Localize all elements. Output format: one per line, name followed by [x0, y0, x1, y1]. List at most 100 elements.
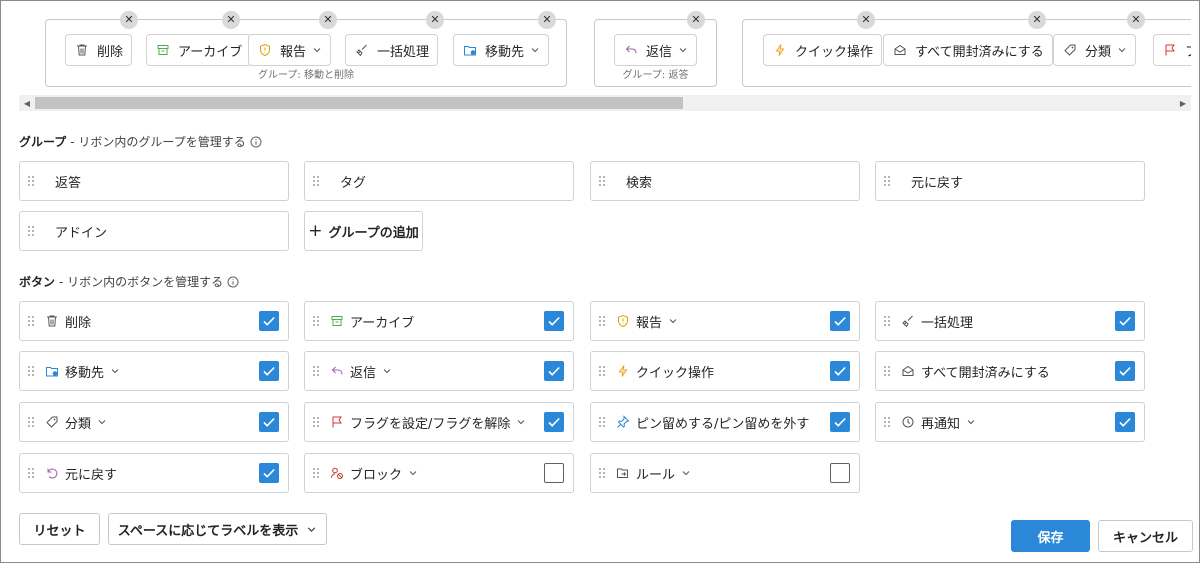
- ribbon-horizontal-scrollbar[interactable]: ◀ ▶: [19, 95, 1191, 111]
- button-card-label: 削除: [65, 315, 92, 331]
- remove-categorize-close-icon[interactable]: ✕: [1127, 11, 1145, 29]
- visibility-checkbox[interactable]: [1115, 361, 1135, 381]
- drag-handle-icon[interactable]: [27, 175, 35, 187]
- remove-quick-steps-close-icon[interactable]: ✕: [857, 11, 875, 29]
- button-card[interactable]: 返信: [304, 351, 574, 391]
- drag-handle-icon[interactable]: [27, 467, 35, 479]
- visibility-checkbox[interactable]: [259, 311, 279, 331]
- button-card[interactable]: 再通知: [875, 402, 1145, 442]
- scrollbar-thumb[interactable]: [35, 97, 683, 109]
- scroll-left-arrow-icon[interactable]: ◀: [19, 95, 35, 111]
- info-icon[interactable]: [227, 276, 239, 288]
- button-card[interactable]: ブロック: [304, 453, 574, 493]
- button-card[interactable]: クイック操作: [590, 351, 860, 391]
- remove-mark-all-read-close-icon[interactable]: ✕: [1028, 11, 1046, 29]
- pin-icon: [616, 415, 630, 429]
- ribbon-group-quick[interactable]: クイック操作 ✕ すべて開封済みにする ✕ 分類 ✕ フ: [742, 11, 1191, 87]
- button-card-label: ブロック: [350, 467, 403, 483]
- group-card-undo[interactable]: 元に戻す: [875, 161, 1145, 201]
- remove-move-to-close-icon[interactable]: ✕: [538, 11, 556, 29]
- group-card-addins[interactable]: アドイン: [19, 211, 289, 251]
- button-card[interactable]: 分類: [19, 402, 289, 442]
- button-card-label: 報告: [636, 315, 663, 331]
- visibility-checkbox[interactable]: [544, 463, 564, 483]
- scroll-right-arrow-icon[interactable]: ▶: [1175, 95, 1191, 111]
- ribbon-group-move-delete[interactable]: 削除 ✕ アーカイブ ✕ 報告 ✕ 一括処理 ✕ 移動先 ✕ グループ: 移動と…: [45, 11, 567, 87]
- group-card-respond[interactable]: 返答: [19, 161, 289, 201]
- visibility-checkbox[interactable]: [830, 412, 850, 432]
- save-button[interactable]: 保存: [1011, 520, 1090, 552]
- visibility-checkbox[interactable]: [1115, 412, 1135, 432]
- button-card[interactable]: フラグを設定/フラグを解除: [304, 402, 574, 442]
- remove-report-close-icon[interactable]: ✕: [319, 11, 337, 29]
- folder-move-icon: [45, 364, 59, 378]
- buttons-section-heading: ボタン - リボン内のボタンを管理する: [19, 273, 239, 290]
- button-card[interactable]: すべて開封済みにする: [875, 351, 1145, 391]
- drag-handle-icon[interactable]: [27, 365, 35, 377]
- visibility-checkbox[interactable]: [544, 361, 564, 381]
- visibility-checkbox[interactable]: [259, 463, 279, 483]
- ribbon-button-archive[interactable]: アーカイブ: [146, 34, 252, 66]
- drag-handle-icon[interactable]: [27, 416, 35, 428]
- button-card[interactable]: 元に戻す: [19, 453, 289, 493]
- remove-reply-close-icon[interactable]: ✕: [687, 11, 705, 29]
- button-card[interactable]: 削除: [19, 301, 289, 341]
- ribbon-button-reply[interactable]: 返信: [614, 34, 698, 66]
- ribbon-button-flag[interactable]: フ: [1153, 34, 1191, 66]
- ribbon-button-report[interactable]: 報告: [248, 34, 332, 66]
- button-card[interactable]: ピン留めする/ピン留めを外す: [590, 402, 860, 442]
- drag-handle-icon[interactable]: [312, 175, 320, 187]
- visibility-checkbox[interactable]: [830, 311, 850, 331]
- group-card-tags[interactable]: タグ: [304, 161, 574, 201]
- drag-handle-icon[interactable]: [27, 225, 35, 237]
- drag-handle-icon[interactable]: [883, 315, 891, 327]
- visibility-checkbox[interactable]: [830, 463, 850, 483]
- ribbon-button-move-to[interactable]: 移動先: [453, 34, 550, 66]
- drag-handle-icon[interactable]: [598, 315, 606, 327]
- buttons-title: ボタン: [19, 275, 56, 289]
- drag-handle-icon[interactable]: [312, 467, 320, 479]
- group-card-find[interactable]: 検索: [590, 161, 860, 201]
- visibility-checkbox[interactable]: [1115, 311, 1135, 331]
- drag-handle-icon[interactable]: [312, 315, 320, 327]
- ribbon-button-categorize[interactable]: 分類: [1053, 34, 1137, 66]
- info-icon[interactable]: [250, 136, 262, 148]
- drag-handle-icon[interactable]: [27, 315, 35, 327]
- ribbon-button-sweep[interactable]: 一括処理: [345, 34, 439, 66]
- reset-button[interactable]: リセット: [19, 513, 100, 545]
- button-card[interactable]: アーカイブ: [304, 301, 574, 341]
- ribbon-group-label: グループ: 移動と削除: [258, 70, 354, 81]
- drag-handle-icon[interactable]: [598, 467, 606, 479]
- button-card[interactable]: 移動先: [19, 351, 289, 391]
- drag-handle-icon[interactable]: [312, 365, 320, 377]
- ribbon-button-mark-all-read[interactable]: すべて開封済みにする: [883, 34, 1053, 66]
- visibility-checkbox[interactable]: [259, 361, 279, 381]
- visibility-checkbox[interactable]: [544, 412, 564, 432]
- drag-handle-icon[interactable]: [598, 365, 606, 377]
- drag-handle-icon[interactable]: [883, 175, 891, 187]
- remove-delete-close-icon[interactable]: ✕: [120, 11, 138, 29]
- add-group-button[interactable]: + グループの追加: [304, 211, 423, 251]
- remove-archive-close-icon[interactable]: ✕: [222, 11, 240, 29]
- ribbon-button-label: すべて開封済みにする: [915, 44, 1044, 60]
- drag-handle-icon[interactable]: [598, 416, 606, 428]
- visibility-checkbox[interactable]: [830, 361, 850, 381]
- drag-handle-icon[interactable]: [883, 365, 891, 377]
- clock-icon: [901, 415, 915, 429]
- button-card[interactable]: 一括処理: [875, 301, 1145, 341]
- label-display-dropdown[interactable]: スペースに応じてラベルを表示: [108, 513, 327, 545]
- mail-open-icon: [893, 43, 907, 57]
- drag-handle-icon[interactable]: [312, 416, 320, 428]
- visibility-checkbox[interactable]: [544, 311, 564, 331]
- ribbon-button-delete[interactable]: 削除: [65, 34, 133, 66]
- ribbon-group-respond[interactable]: 返信 ✕ グループ: 返答: [594, 11, 717, 87]
- button-card[interactable]: ルール: [590, 453, 860, 493]
- shield-icon: [258, 43, 272, 57]
- remove-sweep-close-icon[interactable]: ✕: [426, 11, 444, 29]
- visibility-checkbox[interactable]: [259, 412, 279, 432]
- ribbon-button-quick-steps[interactable]: クイック操作: [763, 34, 883, 66]
- drag-handle-icon[interactable]: [883, 416, 891, 428]
- button-card[interactable]: 報告: [590, 301, 860, 341]
- cancel-button[interactable]: キャンセル: [1098, 520, 1193, 552]
- drag-handle-icon[interactable]: [598, 175, 606, 187]
